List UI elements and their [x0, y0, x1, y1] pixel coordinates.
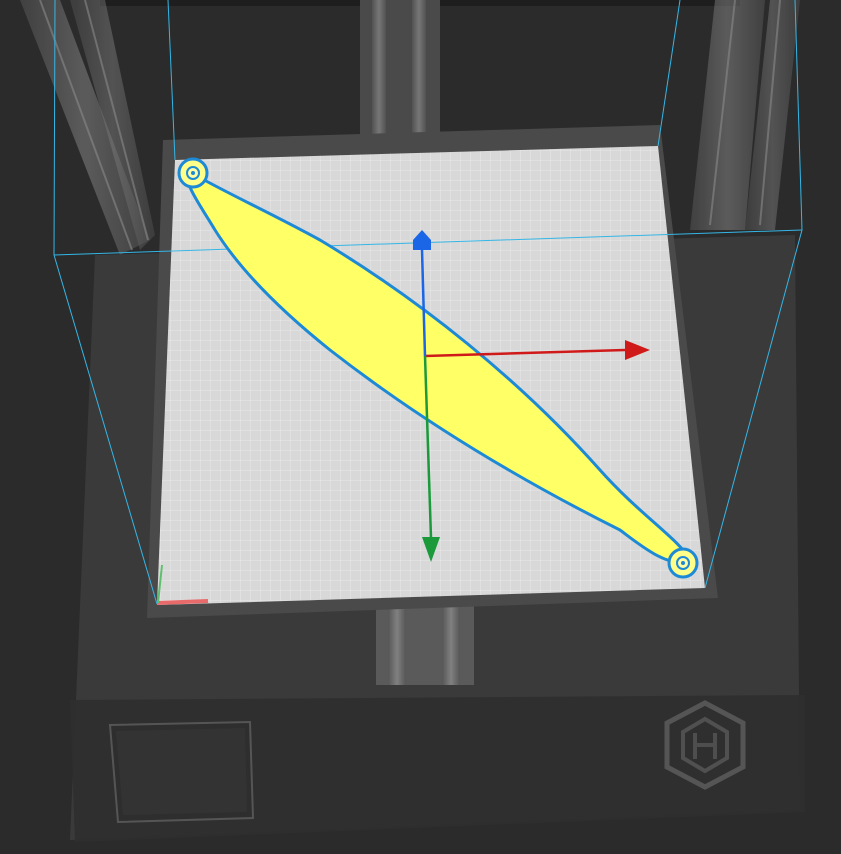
center-gantry-rail	[360, 0, 440, 140]
lcd-display-panel	[108, 720, 255, 824]
3d-viewport[interactable]	[0, 0, 841, 854]
